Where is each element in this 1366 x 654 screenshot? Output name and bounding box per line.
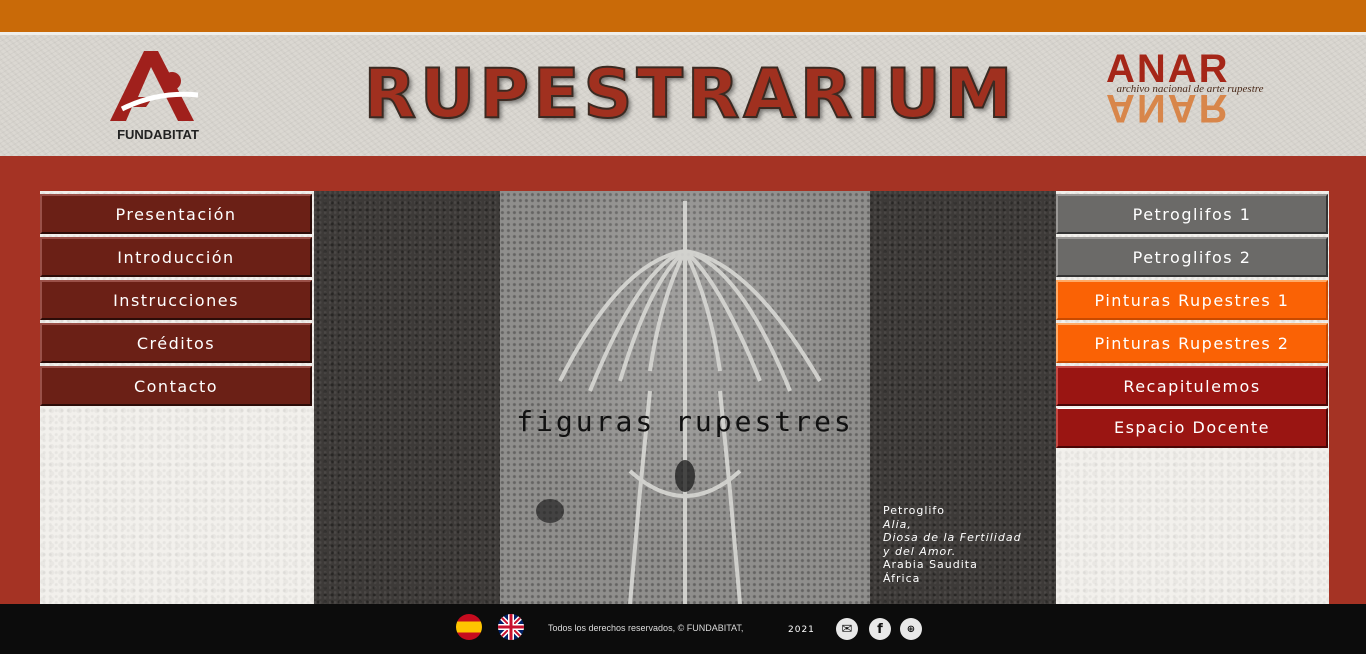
fundabitat-logo-icon: [110, 51, 199, 121]
footer: Todos los derechos reservados, © FUNDABI…: [0, 604, 1366, 654]
header: FUNDABITAT RUPESTRARIUM ANAR ANAR archiv…: [0, 32, 1366, 159]
mail-icon[interactable]: ✉: [836, 618, 858, 640]
nav-instrucciones-button[interactable]: Instrucciones: [40, 280, 312, 320]
caption-line: Petroglifo: [883, 504, 946, 517]
nav-petroglifos-1-button[interactable]: Petroglifos 1: [1056, 194, 1328, 234]
www-icon[interactable]: ⊕: [900, 618, 922, 640]
photo-caption: Petroglifo Alia, Diosa de la Fertilidad …: [883, 504, 1053, 585]
spanish-flag-icon[interactable]: [456, 614, 482, 640]
stone-background: figuras rupestres Petroglifo Alia, Diosa…: [314, 191, 1056, 604]
nav-petroglifos-2-button[interactable]: Petroglifos 2: [1056, 237, 1328, 277]
uk-flag-icon[interactable]: [498, 614, 524, 640]
anar-logo-subtitle: archivo nacional de arte rupestre: [1116, 83, 1264, 95]
caption-line: África: [883, 571, 921, 585]
fundabitat-logo-text: FUNDABITAT: [117, 127, 199, 142]
site-title: RUPESTRARIUM: [363, 54, 1017, 135]
fundabitat-logo[interactable]: FUNDABITAT: [108, 45, 208, 145]
top-bar: [0, 0, 1366, 32]
nav-introduccion-button[interactable]: Introducción: [40, 237, 312, 277]
nav-contacto-button[interactable]: Contacto: [40, 366, 312, 406]
nav-pinturas-rupestres-2-button[interactable]: Pinturas Rupestres 2: [1056, 323, 1328, 363]
nav-espacio-docente-button[interactable]: Espacio Docente: [1056, 408, 1328, 448]
anar-logo[interactable]: ANAR ANAR archivo nacional de arte rupes…: [1090, 47, 1290, 137]
caption-line: Alia,: [883, 517, 912, 531]
nav-recapitulemos-button[interactable]: Recapitulemos: [1056, 366, 1328, 406]
facebook-icon[interactable]: f: [869, 618, 891, 640]
caption-line: Arabia Saudita: [883, 558, 978, 571]
caption-line: y del Amor.: [883, 544, 957, 558]
caption-line: Diosa de la Fertilidad: [883, 531, 1022, 544]
copyright-year: 2021: [788, 625, 815, 635]
copyright-text: Todos los derechos reservados, © FUNDABI…: [548, 623, 744, 633]
nav-presentacion-button[interactable]: Presentación: [40, 194, 312, 234]
photo-title: figuras rupestres: [516, 405, 854, 438]
petroglyph-photo: figuras rupestres: [500, 191, 870, 604]
petroglyph-figure: [536, 201, 822, 604]
nav-creditos-button[interactable]: Créditos: [40, 323, 312, 363]
nav-pinturas-rupestres-1-button[interactable]: Pinturas Rupestres 1: [1056, 280, 1328, 320]
